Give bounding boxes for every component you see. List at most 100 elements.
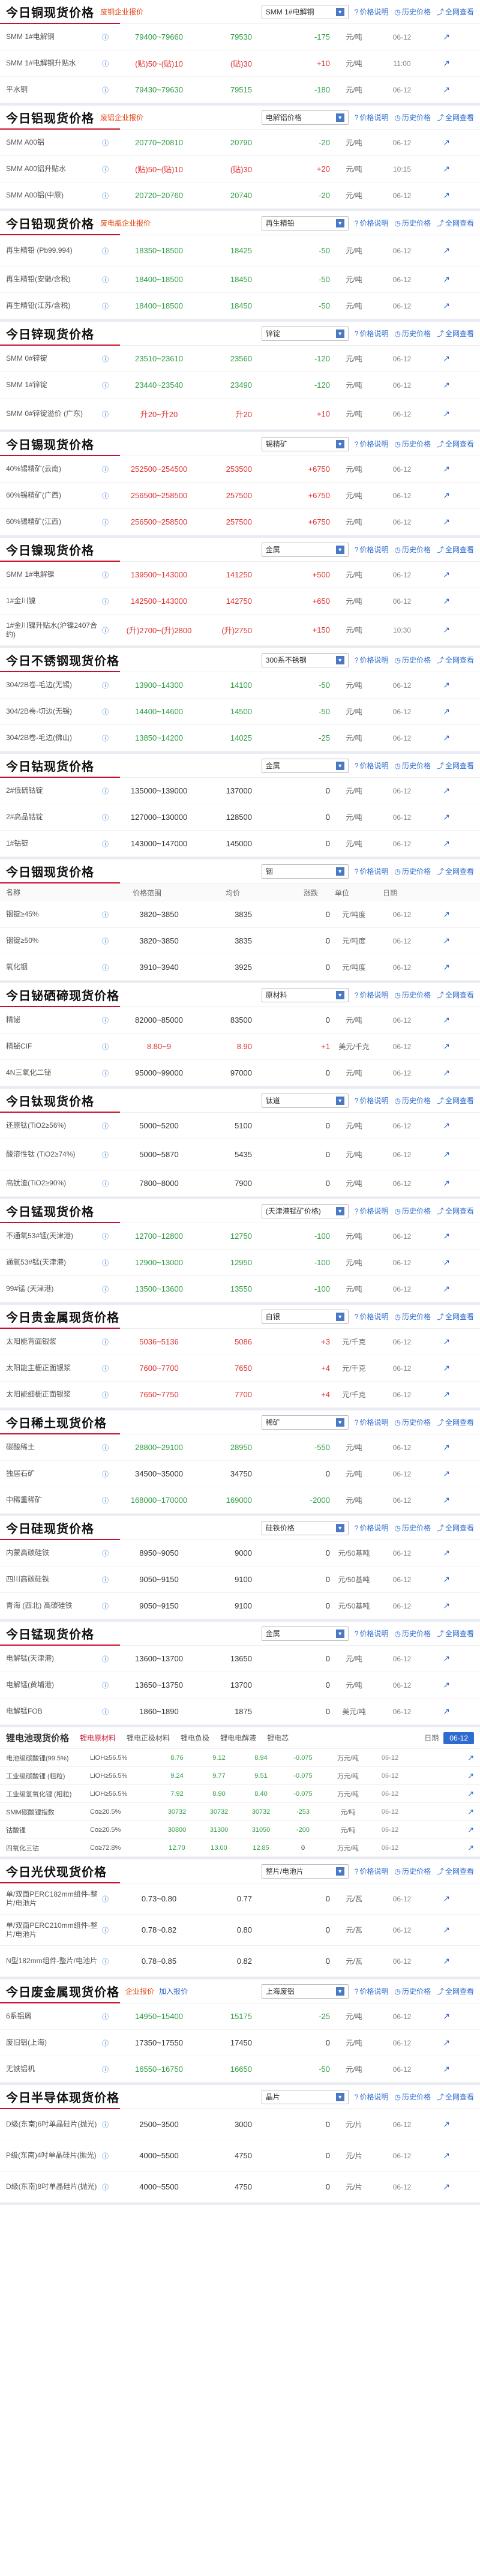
product-name[interactable]: 1#金川镍 — [6, 597, 102, 606]
table-row[interactable]: 高钛渣(TiO2≥90%) ⓘ 7800~8000 7900 0 元/吨 06-12 ↗ — [0, 1170, 480, 1197]
info-icon[interactable]: ⓘ — [102, 381, 114, 390]
chart-line-icon[interactable]: ↗ — [426, 1284, 450, 1294]
product-name[interactable]: SMM A00铝 — [6, 138, 102, 147]
product-name[interactable]: 60%锡精矿(江西) — [6, 517, 102, 526]
chart-line-icon[interactable]: ↗ — [426, 962, 450, 972]
table-row[interactable]: 碳酸稀土 ⓘ 28800~29100 28950 -550 元/吨 06-12 ↗ — [0, 1434, 480, 1461]
product-name[interactable]: SMM A00铝升贴水 — [6, 164, 102, 173]
chart-line-icon[interactable]: ↗ — [426, 1601, 450, 1611]
price-desc-link[interactable]: ? 价格说明 — [355, 990, 389, 1000]
info-icon[interactable]: ⓘ — [102, 1390, 114, 1400]
product-name[interactable]: SMM 1#电解铜 — [6, 32, 102, 41]
product-name[interactable]: 电解锰FOB — [6, 1707, 102, 1716]
product-name[interactable]: 通氧53#锰(天津港) — [6, 1258, 102, 1267]
history-price-link[interactable]: ◷ 历史价格 — [394, 1417, 431, 1427]
chart-line-icon[interactable]: ↗ — [426, 301, 450, 311]
table-row[interactable]: SMM 1#电解铜升贴水 ⓘ (贴)50~(贴)10 (贴)30 +10 元/吨 11:00… — [0, 50, 480, 77]
chart-line-icon[interactable]: ↗ — [426, 1469, 450, 1479]
info-icon[interactable]: ⓘ — [102, 1925, 114, 1935]
table-row[interactable]: 中稀重稀矿 ⓘ 168000~170000 169000 -2000 元/吨 06-12 ↗ — [0, 1487, 480, 1514]
info-icon[interactable]: ⓘ — [102, 910, 114, 919]
chart-line-icon[interactable]: ↗ — [426, 1068, 450, 1078]
fullnet-view-link[interactable]: ⤴ 全网查看 — [437, 1986, 474, 1996]
table-row[interactable]: 酸溶性钛 (TiO2≥74%) ⓘ 5000~5870 5435 0 元/吨 06-12 ↗ — [0, 1139, 480, 1170]
chart-line-icon[interactable]: ↗ — [426, 517, 450, 527]
product-name[interactable]: 60%锡精矿(广西) — [6, 491, 102, 500]
product-name[interactable]: 40%锡精矿(云南) — [6, 465, 102, 474]
fullnet-view-link[interactable]: ⤴ 全网查看 — [437, 7, 474, 17]
product-name[interactable]: 铟锭≥45% — [6, 910, 102, 919]
table-row[interactable]: 304/2B卷-毛边(无锡) ⓘ 13900~14300 14100 -50 元/吨 06-… — [0, 672, 480, 699]
chart-line-icon[interactable]: ↗ — [426, 2038, 450, 2048]
chart-line-icon[interactable]: ↗ — [426, 354, 450, 364]
chart-line-icon[interactable]: ↗ — [426, 1925, 450, 1935]
table-row[interactable]: 1#钴锭 ⓘ 143000~147000 145000 0 元/吨 06-12 ↗ — [0, 831, 480, 857]
chart-line-icon[interactable]: ↗ — [467, 1807, 474, 1817]
product-name[interactable]: 2#高品钴锭 — [6, 813, 102, 822]
product-name[interactable]: 太阳能细栅正面银浆 — [6, 1390, 102, 1399]
table-row[interactable]: 单/双面PERC210mm组件-整片/电池片 ⓘ 0.78~0.82 0.80 0 元/瓦… — [0, 1915, 480, 1946]
fullnet-view-link[interactable]: ⤴ 全网查看 — [437, 1311, 474, 1322]
table-row[interactable]: 太阳能主栅正面银浆 ⓘ 7600~7700 7650 +4 元/千克 06-12 ↗ — [0, 1355, 480, 1382]
table-row[interactable]: 304/2B卷-切边(无锡) ⓘ 14400~14600 14500 -50 元/吨 06-… — [0, 699, 480, 725]
enterprise-quote-link[interactable]: 废铝企业报价 — [100, 112, 143, 122]
product-name[interactable]: N型182mm组件-整片/电池片 — [6, 1957, 102, 1966]
product-name[interactable]: 青海 (西北) 高碳硅铁 — [6, 1601, 102, 1610]
table-row[interactable]: 电解锰(天津港) ⓘ 13600~13700 13650 0 元/吨 06-12 ↗ — [0, 1646, 480, 1672]
table-row[interactable]: 铟锭≥50% ⓘ 3820~3850 3835 0 元/吨度 06-12 ↗ — [0, 928, 480, 954]
table-row[interactable]: 40%锡精矿(云南) ⓘ 252500~254500 253500 +6750 元/吨 06… — [0, 456, 480, 483]
info-icon[interactable]: ⓘ — [102, 963, 114, 972]
price-desc-link[interactable]: ? 价格说明 — [355, 2092, 389, 2102]
chart-line-icon[interactable]: ↗ — [426, 1495, 450, 1505]
history-price-link[interactable]: ◷ 历史价格 — [394, 1986, 431, 1996]
table-row[interactable]: 60%锡精矿(江西) ⓘ 256500~258500 257500 +6750 元/吨 06… — [0, 509, 480, 535]
history-price-link[interactable]: ◷ 历史价格 — [394, 7, 431, 17]
table-row[interactable]: 单/双面PERC182mm组件-整片/电池片 ⓘ 0.73~0.80 0.77 0 元/瓦… — [0, 1883, 480, 1915]
price-desc-link[interactable]: ? 价格说明 — [355, 1986, 389, 1996]
history-price-link[interactable]: ◷ 历史价格 — [394, 2092, 431, 2102]
product-select[interactable]: 整片/电池片 ▼ — [261, 1864, 349, 1879]
info-icon[interactable]: ⓘ — [102, 625, 114, 635]
product-name[interactable]: 精铋 — [6, 1016, 102, 1025]
chart-line-icon[interactable]: ↗ — [426, 164, 450, 174]
table-row[interactable]: 电解锰FOB ⓘ 1860~1890 1875 0 美元/吨 06-12 ↗ — [0, 1699, 480, 1725]
price-desc-link[interactable]: ? 价格说明 — [355, 866, 389, 876]
fullnet-view-link[interactable]: ⤴ 全网查看 — [437, 112, 474, 122]
chart-line-icon[interactable]: ↗ — [426, 245, 450, 256]
table-row[interactable]: N型182mm组件-整片/电池片 ⓘ 0.78~0.85 0.82 0 元/瓦 06-12 ↗ — [0, 1946, 480, 1977]
enterprise-quote-link[interactable]: 废铜企业报价 — [100, 7, 143, 17]
history-price-link[interactable]: ◷ 历史价格 — [394, 655, 431, 665]
info-icon[interactable]: ⓘ — [102, 517, 114, 527]
product-name[interactable]: 4N三氧化二铋 — [6, 1068, 102, 1077]
table-row[interactable]: 废旧铝(上海) ⓘ 17350~17550 17450 0 元/吨 06-12 ↗ — [0, 2030, 480, 2056]
product-name[interactable]: 钴酸锂 — [6, 1825, 90, 1835]
table-row[interactable]: 6系铝屑 ⓘ 14950~15400 15175 -25 元/吨 06-12 ↗ — [0, 2003, 480, 2030]
product-name[interactable]: 平水铜 — [6, 85, 102, 94]
chart-line-icon[interactable]: ↗ — [426, 1231, 450, 1241]
price-desc-link[interactable]: ? 价格说明 — [355, 760, 389, 771]
product-name[interactable]: 废旧铝(上海) — [6, 2038, 102, 2047]
history-price-link[interactable]: ◷ 历史价格 — [394, 990, 431, 1000]
product-select[interactable]: 锡精矿 ▼ — [261, 436, 349, 451]
info-icon[interactable]: ⓘ — [102, 1042, 114, 1052]
chart-line-icon[interactable]: ↗ — [426, 1149, 450, 1160]
history-price-link[interactable]: ◷ 历史价格 — [394, 1523, 431, 1533]
enterprise-quote-link[interactable]: 废电瓶企业报价 — [100, 218, 151, 228]
table-row[interactable]: 内蒙高碳硅铁 ⓘ 8950~9050 9000 0 元/50基吨 06-12 ↗ — [0, 1540, 480, 1566]
chart-line-icon[interactable]: ↗ — [467, 1789, 474, 1799]
chart-line-icon[interactable]: ↗ — [426, 274, 450, 284]
history-price-link[interactable]: ◷ 历史价格 — [394, 1311, 431, 1322]
fullnet-view-link[interactable]: ⤴ 全网查看 — [437, 990, 474, 1000]
chart-line-icon[interactable]: ↗ — [426, 1956, 450, 1966]
product-select[interactable]: (天津港锰矿价格) ▼ — [261, 1203, 349, 1218]
info-icon[interactable]: ⓘ — [102, 707, 114, 717]
info-icon[interactable]: ⓘ — [102, 1654, 114, 1664]
price-desc-link[interactable]: ? 价格说明 — [355, 328, 389, 339]
lithium-row[interactable]: 工业级氢氧化锂 (粗粒) LiOH≥56.5% 7.92 8.90 8.40 -0.075… — [0, 1785, 480, 1803]
info-icon[interactable]: ⓘ — [102, 2012, 114, 2021]
chart-line-icon[interactable]: ↗ — [426, 1121, 450, 1131]
chart-line-icon[interactable]: ↗ — [426, 733, 450, 743]
price-desc-link[interactable]: ? 价格说明 — [355, 1311, 389, 1322]
chart-line-icon[interactable]: ↗ — [426, 1389, 450, 1400]
chart-line-icon[interactable]: ↗ — [426, 380, 450, 390]
